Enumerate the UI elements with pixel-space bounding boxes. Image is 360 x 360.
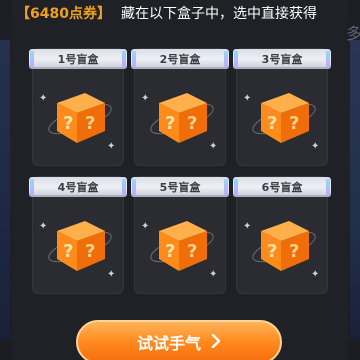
mystery-box-icon: ? ? — [150, 93, 214, 143]
sparkle-icon: ✦ — [141, 221, 150, 232]
svg-text:?: ? — [85, 241, 95, 262]
svg-text:?: ? — [289, 113, 299, 134]
box-label: 5号盲盒 — [159, 181, 201, 194]
sparkle-icon: ✦ — [39, 93, 48, 104]
blind-box-6[interactable]: 6号盲盒 ? ? ✦ ✦ — [233, 176, 331, 294]
blind-box-4[interactable]: 4号盲盒 ? ? ✦ ✦ — [29, 176, 127, 294]
mystery-box-icon: ? ? — [252, 93, 316, 143]
svg-text:?: ? — [63, 241, 73, 262]
svg-text:?: ? — [187, 241, 197, 262]
svg-text:?: ? — [289, 241, 299, 262]
sparkle-icon: ✦ — [141, 93, 150, 104]
blind-box-2[interactable]: 2号盲盒 ? ? ✦ ✦ — [131, 48, 229, 166]
mystery-box-icon: ? ? — [252, 221, 316, 271]
box-label-tag: 4号盲盒 — [29, 177, 127, 197]
mystery-box-icon: ? ? — [150, 221, 214, 271]
sparkle-icon: ✦ — [243, 221, 252, 232]
box-label-tag: 3号盲盒 — [233, 49, 331, 69]
sparkle-icon: ✦ — [243, 93, 252, 104]
blind-box-3[interactable]: 3号盲盒 ? ? ✦ ✦ — [233, 48, 331, 166]
sparkle-icon: ✦ — [39, 221, 48, 232]
svg-text:?: ? — [187, 113, 197, 134]
try-luck-button[interactable]: 试试手气 — [76, 320, 282, 360]
box-label-tag: 6号盲盒 — [233, 177, 331, 197]
svg-text:?: ? — [63, 113, 73, 134]
box-label-tag: 1号盲盒 — [29, 49, 127, 69]
box-label: 3号盲盒 — [261, 53, 303, 66]
sparkle-icon: ✦ — [209, 141, 218, 152]
box-label: 4号盲盒 — [57, 181, 99, 194]
box-label: 1号盲盒 — [57, 53, 99, 66]
svg-text:?: ? — [267, 241, 277, 262]
blind-box-screen: 多 【6480点券】 藏在以下盒子中，选中直接获得 1号盲盒 ? ? ✦ ✦ 2… — [0, 0, 360, 360]
mystery-box-icon: ? ? — [48, 93, 112, 143]
box-label: 6号盲盒 — [261, 181, 303, 194]
sparkle-icon: ✦ — [311, 269, 320, 280]
svg-text:?: ? — [267, 113, 277, 134]
sparkle-icon: ✦ — [107, 269, 116, 280]
mystery-box-icon: ? ? — [48, 221, 112, 271]
svg-text:?: ? — [165, 113, 175, 134]
box-label-tag: 5号盲盒 — [131, 177, 229, 197]
chevron-right-icon — [211, 333, 221, 352]
box-label-tag: 2号盲盒 — [131, 49, 229, 69]
box-grid: 1号盲盒 ? ? ✦ ✦ 2号盲盒 ? ? ✦ ✦ 3号盲盒 ? ? ✦ ✦ 4… — [0, 0, 360, 360]
box-label: 2号盲盒 — [159, 53, 201, 66]
sparkle-icon: ✦ — [311, 141, 320, 152]
sparkle-icon: ✦ — [107, 141, 116, 152]
blind-box-5[interactable]: 5号盲盒 ? ? ✦ ✦ — [131, 176, 229, 294]
blind-box-1[interactable]: 1号盲盒 ? ? ✦ ✦ — [29, 48, 127, 166]
try-luck-label: 试试手气 — [136, 334, 201, 353]
svg-text:?: ? — [165, 241, 175, 262]
svg-text:?: ? — [85, 113, 95, 134]
sparkle-icon: ✦ — [209, 269, 218, 280]
